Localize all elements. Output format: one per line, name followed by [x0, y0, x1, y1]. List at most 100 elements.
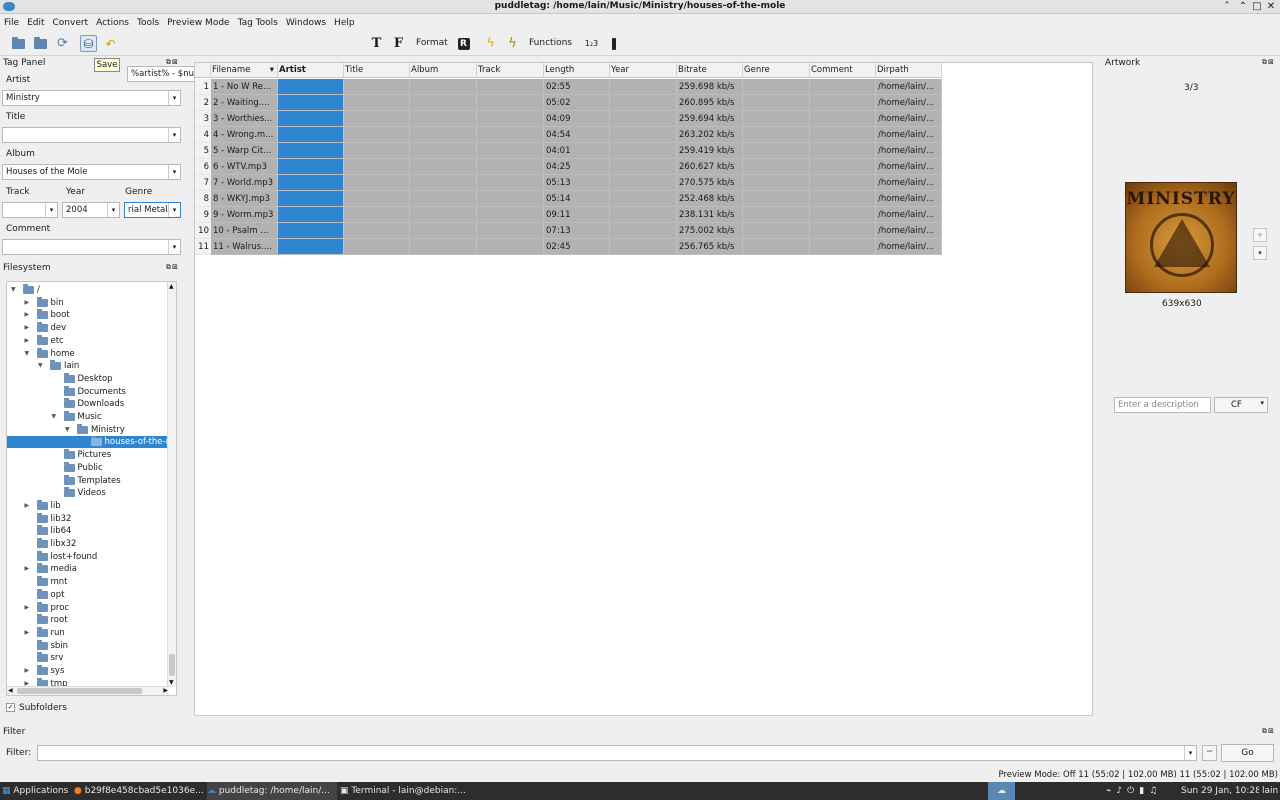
tree-node[interactable]: root [7, 614, 169, 626]
table-row[interactable]: 4 - Wrong.m... 04:54 263.202 kb/s/home/lai… [211, 127, 942, 143]
table-cell-dirpath[interactable]: /home/lain/... [876, 223, 942, 239]
chevron-down-icon[interactable]: ▾ [1184, 746, 1196, 760]
quick-actions-button[interactable]: ϟ [482, 35, 499, 52]
table-cell-filename[interactable]: 9 - Worm.mp3 [211, 207, 278, 223]
chevron-down-icon[interactable]: ▾ [168, 128, 180, 142]
menu-preview-mode[interactable]: Preview Mode [163, 15, 233, 31]
table-cell-album[interactable] [410, 191, 477, 207]
run-actions-button[interactable]: ϟ [504, 35, 521, 52]
table-cell-album[interactable] [410, 111, 477, 127]
expanded-arrow-icon[interactable]: ▼ [11, 284, 16, 296]
table-cell-year[interactable] [610, 127, 677, 143]
table-cell-title[interactable] [344, 111, 410, 127]
add-folder-button[interactable] [32, 35, 49, 52]
artwork-menu-button[interactable]: ▾ [1253, 246, 1267, 260]
table-cell-artist[interactable] [278, 159, 344, 175]
table-cell-bitrate[interactable]: 270.575 kb/s [677, 175, 743, 191]
table-cell-album[interactable] [410, 143, 477, 159]
table-cell-album[interactable] [410, 159, 477, 175]
row-number[interactable]: 6 [195, 159, 211, 175]
table-cell-filename[interactable]: 8 - WKYJ.mp3 [211, 191, 278, 207]
chevron-down-icon[interactable]: ▾ [168, 203, 180, 217]
table-cell-filename[interactable]: 1 - No W Re... [211, 79, 278, 95]
column-header-filename[interactable]: Filename ▾ [211, 63, 278, 78]
table-cell-filename[interactable]: 4 - Wrong.m... [211, 127, 278, 143]
table-cell-track[interactable] [477, 159, 544, 175]
table-cell-filename[interactable]: 5 - Warp Cit... [211, 143, 278, 159]
table-cell-year[interactable] [610, 143, 677, 159]
table-cell-length[interactable]: 04:54 [544, 127, 610, 143]
table-cell-dirpath[interactable]: /home/lain/... [876, 159, 942, 175]
row-number[interactable]: 11 [195, 239, 211, 255]
scroll-right-icon[interactable]: ▶ [163, 687, 168, 694]
expanded-arrow-icon[interactable]: ▼ [65, 424, 70, 436]
row-number[interactable]: 3 [195, 111, 211, 127]
reload-button[interactable]: ⟳ [54, 35, 71, 52]
table-cell-track[interactable] [477, 191, 544, 207]
table-cell-title[interactable] [344, 159, 410, 175]
table-cell-genre[interactable] [743, 159, 810, 175]
tree-hscroll-thumb[interactable] [17, 688, 142, 694]
menu-convert[interactable]: Convert [49, 15, 93, 31]
filter-input[interactable]: ▾ [37, 745, 1197, 761]
collapsed-arrow-icon[interactable]: ▶ [25, 602, 30, 614]
table-cell-dirpath[interactable]: /home/lain/... [876, 207, 942, 223]
table-cell-length[interactable]: 05:02 [544, 95, 610, 111]
table-cell-title[interactable] [344, 239, 410, 255]
table-cell-bitrate[interactable]: 252.468 kb/s [677, 191, 743, 207]
table-cell-track[interactable] [477, 239, 544, 255]
year-combo[interactable]: 2004 ▾ [62, 202, 120, 218]
table-cell-filename[interactable]: 11 - Walrus.... [211, 239, 278, 255]
table-cell-title[interactable] [344, 175, 410, 191]
tree-node[interactable]: ▶ sys [7, 665, 169, 677]
scroll-left-icon[interactable]: ◀ [8, 687, 13, 694]
menu-tools[interactable]: Tools [133, 15, 163, 31]
collapsed-arrow-icon[interactable]: ▶ [25, 322, 30, 334]
collapsed-arrow-icon[interactable]: ▶ [25, 500, 30, 512]
tree-node[interactable]: ▶ dev [7, 322, 169, 334]
table-cell-dirpath[interactable]: /home/lain/... [876, 239, 942, 255]
table-cell-album[interactable] [410, 127, 477, 143]
menu-tag-tools[interactable]: Tag Tools [234, 15, 282, 31]
table-row[interactable]: 2 - Waiting.... 05:02 260.895 kb/s/home/la… [211, 95, 942, 111]
table-cell-bitrate[interactable]: 275.002 kb/s [677, 223, 743, 239]
table-cell-bitrate[interactable]: 260.895 kb/s [677, 95, 743, 111]
table-cell-album[interactable] [410, 79, 477, 95]
autonumbering-button[interactable]: 1₂3 [583, 35, 600, 52]
menu-windows[interactable]: Windows [282, 15, 330, 31]
table-cell-artist[interactable] [278, 239, 344, 255]
table-cell-dirpath[interactable]: /home/lain/... [876, 127, 942, 143]
table-cell-bitrate[interactable]: 259.419 kb/s [677, 143, 743, 159]
column-header-bitrate[interactable]: Bitrate [677, 63, 743, 78]
table-cell-length[interactable]: 04:09 [544, 111, 610, 127]
tree-node[interactable]: ▼ lain [7, 360, 169, 372]
table-cell-year[interactable] [610, 239, 677, 255]
table-cell-track[interactable] [477, 95, 544, 111]
table-cell-bitrate[interactable]: 259.694 kb/s [677, 111, 743, 127]
restore-icon[interactable]: ⌃ [1236, 0, 1250, 14]
functions-button[interactable]: Functions [529, 38, 572, 48]
table-cell-genre[interactable] [743, 175, 810, 191]
table-cell-dirpath[interactable]: /home/lain/... [876, 79, 942, 95]
table-cell-track[interactable] [477, 223, 544, 239]
table-cell-title[interactable] [344, 143, 410, 159]
table-cell-title[interactable] [344, 95, 410, 111]
collapsed-arrow-icon[interactable]: ▶ [25, 335, 30, 347]
tree-node[interactable]: ▼ Ministry [7, 423, 169, 436]
table-cell-filename[interactable]: 10 - Psalm ... [211, 223, 278, 239]
table-cell-track[interactable] [477, 207, 544, 223]
comment-combo[interactable]: ▾ [2, 239, 181, 255]
table-cell-track[interactable] [477, 175, 544, 191]
table-cell-album[interactable] [410, 239, 477, 255]
chevron-down-icon[interactable]: ▾ [107, 203, 119, 217]
row-number[interactable]: 1 [195, 79, 211, 95]
table-cell-comment[interactable] [810, 95, 876, 111]
artist-combo[interactable]: Ministry ▾ [2, 90, 181, 106]
table-cell-track[interactable] [477, 143, 544, 159]
tree-node[interactable]: houses-of-the-mole [7, 436, 176, 449]
tree-node[interactable]: ▶ run [7, 626, 169, 639]
table-cell-genre[interactable] [743, 207, 810, 223]
table-cell-artist[interactable] [278, 207, 344, 223]
go-button[interactable]: Go [1221, 744, 1274, 762]
task-firefox[interactable]: ● b29f8e458cbad5e1036e... [74, 782, 206, 800]
